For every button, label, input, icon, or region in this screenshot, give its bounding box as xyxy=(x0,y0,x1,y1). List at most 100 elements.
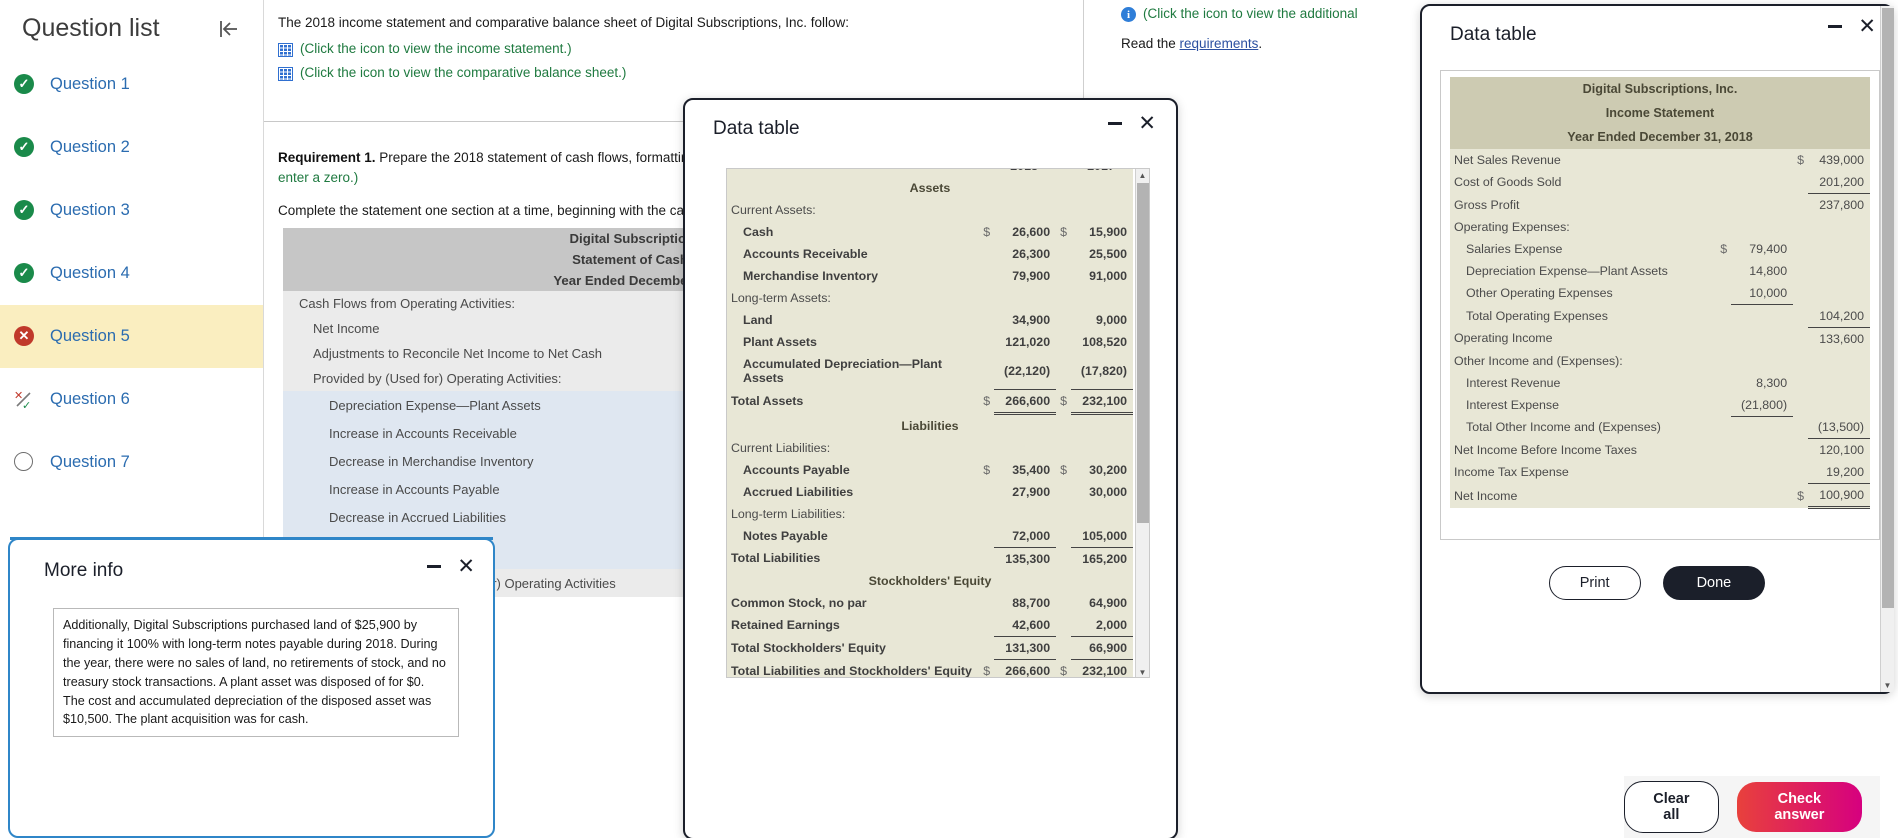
scroll-up-icon[interactable]: ▲ xyxy=(1136,169,1149,182)
row-value-2018: 88,700 xyxy=(994,591,1057,614)
requirement-label: Requirement 1. xyxy=(278,150,376,166)
balance-sheet-link-row[interactable]: (Click the icon to view the comparative … xyxy=(278,65,1069,82)
row-value-2017: 91,000 xyxy=(1071,265,1133,287)
minimize-icon[interactable] xyxy=(1108,122,1123,125)
section-label: Assets xyxy=(727,177,1133,199)
sidebar-header: Question list xyxy=(0,0,263,53)
row-value-detail xyxy=(1731,461,1794,484)
row-value-2018 xyxy=(994,502,1057,525)
close-icon[interactable]: ✕ xyxy=(457,556,475,577)
row-value-total: 120,100 xyxy=(1808,438,1870,461)
income-statement-header-row: Digital Subscriptions, Inc. xyxy=(1450,77,1870,101)
row-value-2018: 79,900 xyxy=(994,265,1057,287)
row-value-2017 xyxy=(1071,287,1133,309)
balance-sheet-row: Long-term Liabilities: xyxy=(727,502,1133,525)
scroll-down-icon[interactable]: ▼ xyxy=(1136,666,1149,677)
row-currency-2 xyxy=(1056,309,1071,331)
sidebar-item-question-6[interactable]: ✕ ✓ Question 6 xyxy=(0,368,263,431)
row-currency-1 xyxy=(979,436,995,459)
row-value-total: 133,600 xyxy=(1808,327,1870,350)
row-currency-2 xyxy=(1793,282,1808,305)
row-currency-2: $ xyxy=(1056,659,1071,677)
income-statement-link[interactable]: (Click the icon to view the income state… xyxy=(300,41,572,56)
balance-sheet-table: 20182017 AssetsCurrent Assets:Cash$26,60… xyxy=(727,169,1133,677)
income-statement-row: Net Sales Revenue $439,000 xyxy=(1450,149,1870,171)
row-value-2017: (17,820) xyxy=(1071,353,1133,390)
sidebar-item-question-5[interactable]: ✕ Question 5 xyxy=(0,305,263,368)
sidebar-item-label: Question 1 xyxy=(50,75,130,93)
dialog-scrollbar[interactable]: ▼ xyxy=(1880,6,1894,692)
row-label: Accrued Liabilities xyxy=(727,480,980,503)
row-value-2017: 2,000 xyxy=(1071,613,1133,637)
row-currency-1 xyxy=(979,287,995,309)
close-icon[interactable]: ✕ xyxy=(1858,16,1876,37)
row-value-2017: 15,900 xyxy=(1071,221,1133,243)
balance-sheet-section-row: Assets xyxy=(727,177,1133,199)
row-currency-2 xyxy=(1793,327,1808,350)
income-header-cell: Digital Subscriptions, Inc. xyxy=(1450,77,1870,101)
row-value-total: 19,200 xyxy=(1808,461,1870,484)
status-correct-icon: ✓ xyxy=(14,262,36,285)
sidebar-item-question-3[interactable]: ✓ Question 3 xyxy=(0,179,263,242)
sidebar-item-question-2[interactable]: ✓ Question 2 xyxy=(0,116,263,179)
row-currency-1: $ xyxy=(979,458,995,481)
row-currency-2 xyxy=(1793,171,1808,194)
row-label: Cash xyxy=(727,221,980,243)
row-value-detail xyxy=(1731,193,1794,216)
additional-info-link[interactable]: (Click the icon to view the additional xyxy=(1143,6,1358,21)
balance-sheet-row: Current Liabilities: xyxy=(727,436,1133,459)
done-button[interactable]: Done xyxy=(1662,566,1766,600)
collapse-left-icon[interactable] xyxy=(215,16,241,42)
section-label: Liabilities xyxy=(727,413,1133,437)
year-row-spacer xyxy=(727,169,980,177)
print-button[interactable]: Print xyxy=(1548,566,1641,600)
requirements-link[interactable]: requirements xyxy=(1180,36,1259,51)
row-value-detail: 8,300 xyxy=(1731,371,1794,394)
close-icon[interactable]: ✕ xyxy=(1138,113,1156,134)
cash-flow-row-label: Provided by (Used for) Operating Activit… xyxy=(313,371,562,387)
table-icon[interactable] xyxy=(278,67,293,82)
row-label: Plant Assets xyxy=(727,331,980,353)
row-value-2018: 26,300 xyxy=(994,243,1057,265)
row-value-total: (13,500) xyxy=(1808,416,1870,439)
clear-all-button[interactable]: Clear all xyxy=(1624,781,1719,833)
scrollbar-thumb[interactable] xyxy=(1882,8,1894,608)
minimize-icon[interactable] xyxy=(427,565,442,568)
balance-sheet-link[interactable]: (Click the icon to view the comparative … xyxy=(300,65,626,80)
balance-sheet-section-row: Stockholders' Equity xyxy=(727,569,1133,592)
income-statement-row: Depreciation Expense—Plant Assets 14,800 xyxy=(1450,260,1870,282)
scrollbar-thumb[interactable] xyxy=(1137,183,1149,523)
row-currency-2: $ xyxy=(1793,483,1808,508)
row-currency-1 xyxy=(1716,371,1732,394)
sidebar-item-label: Question 6 xyxy=(50,390,130,408)
row-currency-2 xyxy=(1793,216,1808,238)
status-correct-icon: ✓ xyxy=(14,136,36,159)
intro-text: The 2018 income statement and comparativ… xyxy=(278,15,850,30)
income-statement-row: Interest Revenue 8,300 xyxy=(1450,371,1870,394)
row-value-2017: 9,000 xyxy=(1071,309,1133,331)
row-value-detail xyxy=(1731,483,1794,508)
row-value-2018: 26,600 xyxy=(994,221,1057,243)
info-icon[interactable]: i xyxy=(1121,7,1136,22)
table-icon[interactable] xyxy=(278,43,293,58)
row-currency-1 xyxy=(1716,483,1732,508)
row-value-detail xyxy=(1731,304,1794,327)
income-statement-row: Operating Income 133,600 xyxy=(1450,327,1870,350)
sidebar-item-question-4[interactable]: ✓ Question 4 xyxy=(0,242,263,305)
row-value-detail: 14,800 xyxy=(1731,260,1794,282)
row-label: Long-term Liabilities: xyxy=(727,502,980,525)
sidebar-item-question-1[interactable]: ✓ Question 1 xyxy=(0,53,263,116)
income-statement-link-row[interactable]: (Click the icon to view the income state… xyxy=(278,41,1069,58)
row-currency-2 xyxy=(1056,636,1071,659)
check-answer-button[interactable]: Check answer xyxy=(1736,782,1862,832)
minimize-icon[interactable] xyxy=(1828,25,1843,28)
row-value-2018 xyxy=(994,199,1057,221)
scroll-down-icon[interactable]: ▼ xyxy=(1881,679,1894,692)
balance-sheet-scrollbar[interactable]: ▲ ▼ xyxy=(1135,169,1149,677)
row-label: Operating Income xyxy=(1450,327,1717,350)
row-currency-1 xyxy=(1716,171,1732,194)
row-value-2017: 232,100 xyxy=(1071,389,1133,415)
row-label: Merchandise Inventory xyxy=(727,265,980,287)
sidebar-item-question-7[interactable]: Question 7 xyxy=(0,431,263,494)
row-label: Gross Profit xyxy=(1450,193,1717,216)
